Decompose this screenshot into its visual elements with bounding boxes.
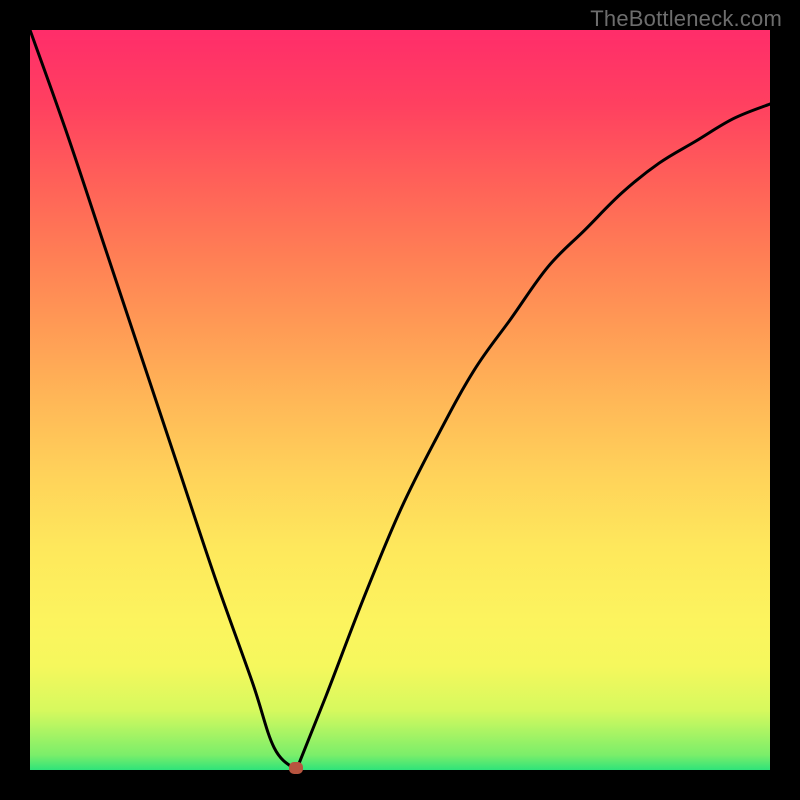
chart-plot-area	[30, 30, 770, 770]
watermark-text: TheBottleneck.com	[590, 6, 782, 32]
chart-frame: TheBottleneck.com	[0, 0, 800, 800]
curve-path	[30, 30, 770, 770]
min-marker	[289, 762, 303, 774]
bottleneck-curve	[30, 30, 770, 770]
